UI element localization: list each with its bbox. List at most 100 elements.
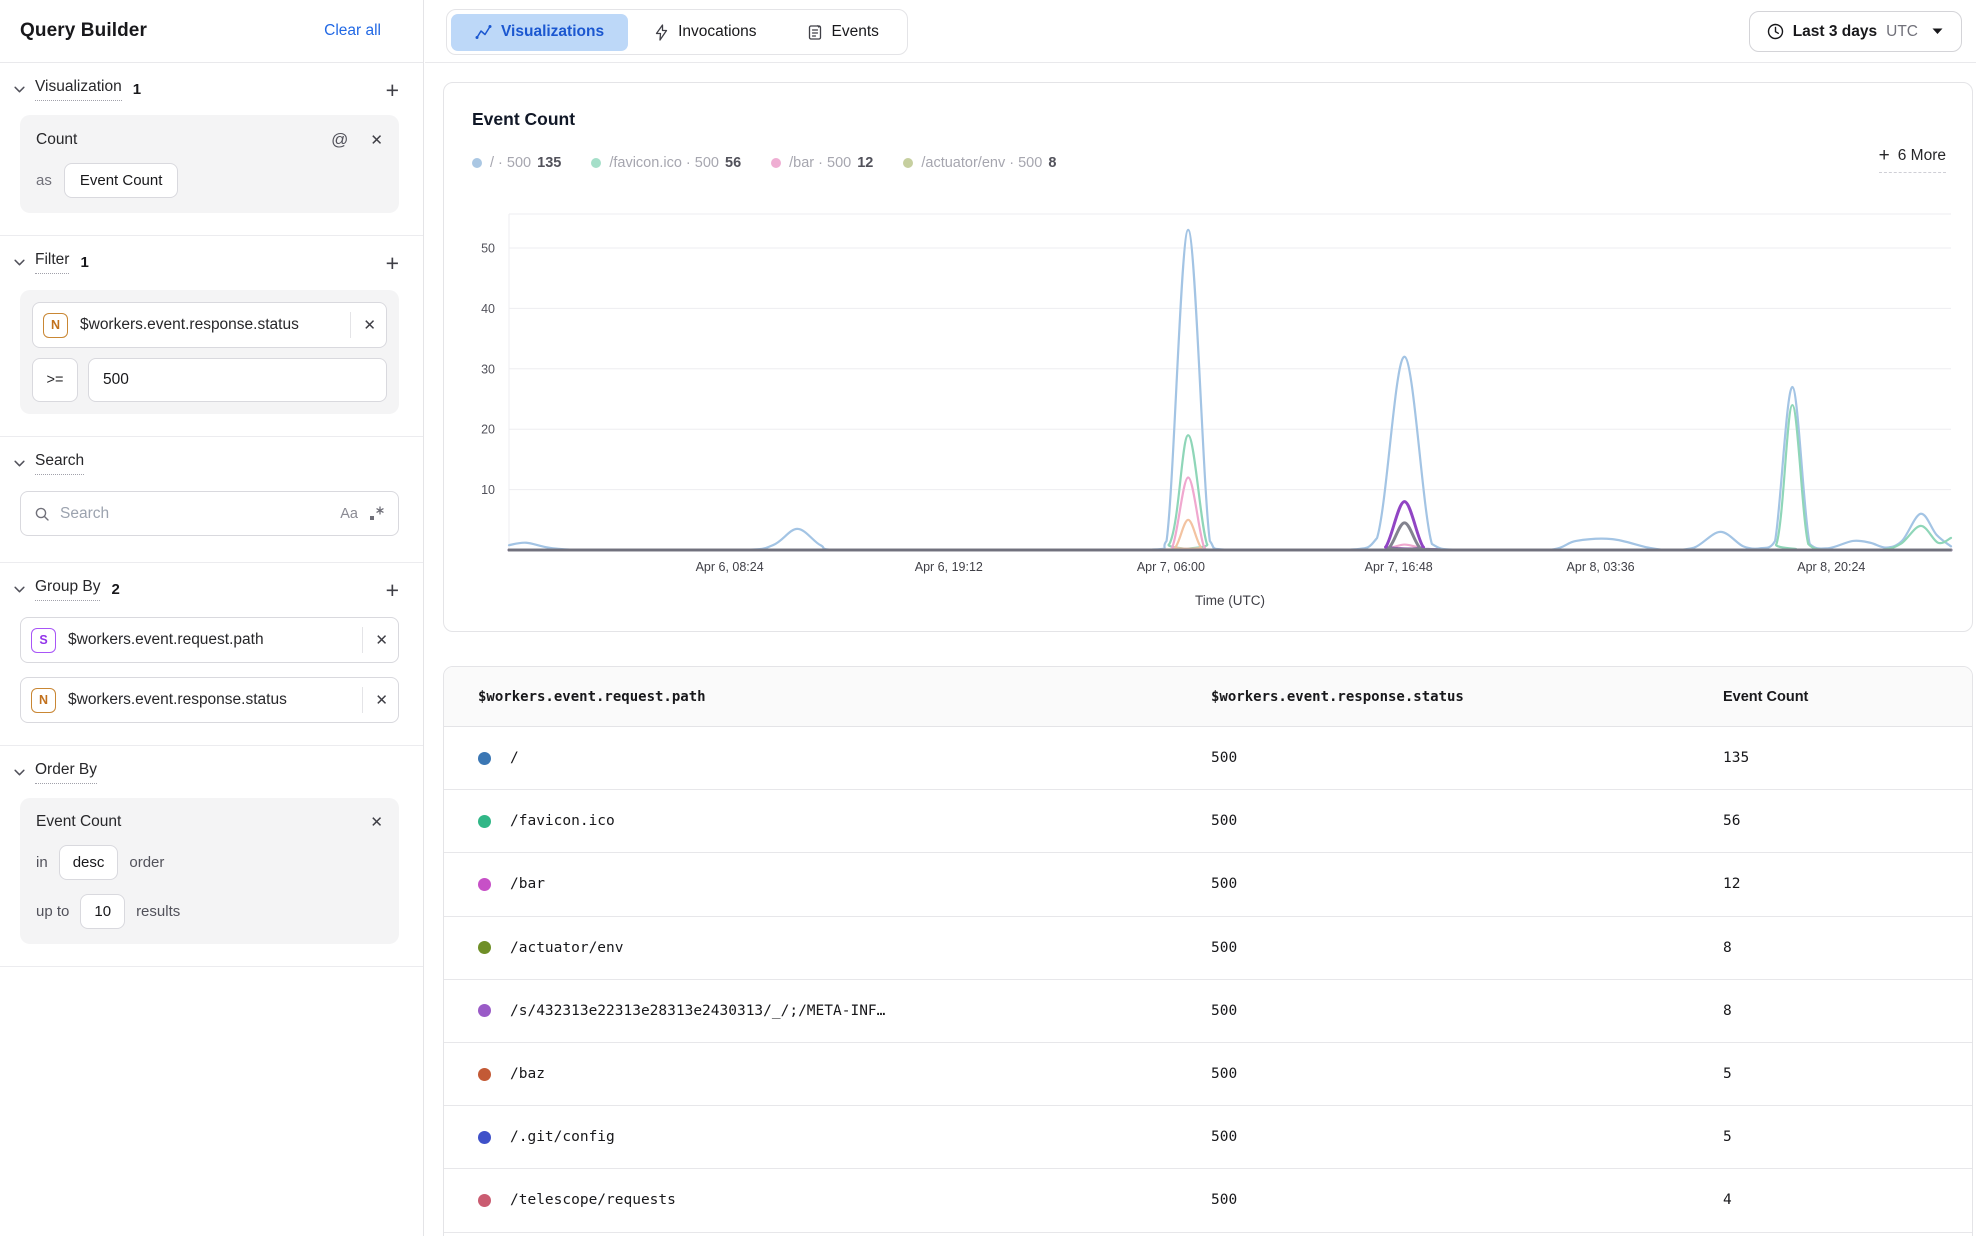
- divider: [0, 966, 423, 967]
- cell-path: /telescope/requests: [510, 1192, 706, 1208]
- app: Query Builder Clear all Visualization 1 …: [0, 0, 1976, 1236]
- legend-label: /favicon.ico · 500 56: [609, 155, 741, 171]
- tab-visualizations[interactable]: Visualizations: [451, 14, 628, 51]
- string-type-badge: S: [31, 628, 56, 653]
- filter-value-input[interactable]: [88, 358, 387, 402]
- svg-text:Apr 6, 19:12: Apr 6, 19:12: [915, 560, 983, 574]
- table-row[interactable]: /telescope/requests5004: [444, 1169, 1972, 1232]
- legend-item[interactable]: / · 500 135: [472, 155, 561, 171]
- group-by-field-chip[interactable]: S $workers.event.request.path ✕: [20, 617, 399, 663]
- legend-item[interactable]: /favicon.ico · 500 56: [591, 155, 741, 171]
- group-by-field-name: $workers.event.request.path: [68, 631, 356, 649]
- cell-status: 500: [1211, 876, 1723, 892]
- series-dot: [478, 941, 491, 954]
- filter-label[interactable]: Filter: [35, 251, 69, 274]
- table-row[interactable]: /baz5005: [444, 1043, 1972, 1106]
- tab-events[interactable]: Events: [783, 14, 903, 51]
- svg-text:Time (UTC): Time (UTC): [1195, 593, 1265, 608]
- match-case-icon[interactable]: Aa: [340, 506, 358, 522]
- order-by-field[interactable]: Event Count: [36, 813, 121, 831]
- chevron-down-icon[interactable]: [12, 583, 26, 597]
- page-title: Query Builder: [20, 20, 147, 42]
- svg-text:Apr 7, 16:48: Apr 7, 16:48: [1365, 560, 1433, 574]
- cell-count: 8: [1723, 940, 1972, 956]
- table-row[interactable]: /bar 50012: [444, 853, 1972, 916]
- regex-icon[interactable]: [368, 505, 385, 522]
- remove-group-by-icon[interactable]: ✕: [375, 633, 388, 648]
- cell-status: 500: [1211, 1003, 1723, 1019]
- legend-item[interactable]: /actuator/env · 500 8: [903, 155, 1056, 171]
- table-row[interactable]: /.git/config5005: [444, 1106, 1972, 1169]
- add-visualization-button[interactable]: +: [386, 83, 399, 97]
- table-row[interactable]: /s/432313e22313e28313e2430313/_/;/META-I…: [444, 980, 1972, 1043]
- column-header-path[interactable]: $workers.event.request.path: [478, 689, 1211, 705]
- more-series-button[interactable]: + 6 More: [1879, 145, 1946, 173]
- table-row[interactable]: /500135: [444, 727, 1972, 790]
- divider: [362, 687, 363, 713]
- column-header-count[interactable]: Event Count: [1723, 689, 1972, 705]
- svg-text:Apr 8, 20:24: Apr 8, 20:24: [1797, 560, 1865, 574]
- cell-status: 500: [1211, 1066, 1723, 1082]
- tab-label: Invocations: [678, 23, 756, 41]
- order-by-label[interactable]: Order By: [35, 761, 97, 784]
- chart-line-icon: [475, 24, 492, 41]
- series-dot: [478, 1131, 491, 1144]
- search-section: Search Aa: [0, 437, 423, 562]
- event-count-chart[interactable]: 1020304050Apr 6, 08:24Apr 6, 19:12Apr 7,…: [444, 183, 1972, 623]
- series-dot: [478, 815, 491, 828]
- as-label: as: [36, 172, 52, 189]
- chevron-down-icon[interactable]: [12, 766, 26, 780]
- chart-legend: / · 500 135/favicon.ico · 500 56/bar · 5…: [472, 155, 1056, 171]
- cell-status: 500: [1211, 1192, 1723, 1208]
- series-dot: [591, 158, 601, 168]
- time-zone-label: UTC: [1886, 23, 1918, 41]
- cell-count: 56: [1723, 813, 1972, 829]
- chart-title: Event Count: [472, 109, 575, 130]
- clear-all-link[interactable]: Clear all: [324, 22, 381, 40]
- remove-group-by-icon[interactable]: ✕: [375, 693, 388, 708]
- visualization-label[interactable]: Visualization: [35, 78, 122, 101]
- svg-text:20: 20: [481, 423, 495, 437]
- table-row[interactable]: /actuator/env5008: [444, 917, 1972, 980]
- order-direction-select[interactable]: desc: [59, 845, 119, 880]
- at-icon[interactable]: @: [331, 130, 348, 150]
- table-row[interactable]: /favicon.ico50056: [444, 790, 1972, 853]
- add-group-by-button[interactable]: +: [386, 583, 399, 597]
- chevron-down-icon[interactable]: [12, 457, 26, 471]
- group-by-label[interactable]: Group By: [35, 578, 100, 601]
- remove-visualization-icon[interactable]: ✕: [370, 133, 383, 148]
- visualization-card: Count @ ✕ as Event Count: [20, 115, 399, 213]
- search-label[interactable]: Search: [35, 452, 84, 475]
- time-range-button[interactable]: Last 3 days UTC: [1749, 11, 1962, 52]
- search-icon: [34, 506, 50, 522]
- cell-count: 12: [1723, 876, 1972, 892]
- order-by-section: Order By Event Count ✕ in desc order up …: [0, 746, 423, 966]
- cell-path: /actuator/env: [510, 940, 654, 956]
- metric-name[interactable]: Count: [36, 131, 77, 149]
- group-by-field-chip[interactable]: N$workers.event.response.status✕: [20, 677, 399, 723]
- filter-operator-select[interactable]: >=: [32, 358, 78, 402]
- cell-path: /s/432313e22313e28313e2430313/_/;/META-I…: [510, 1003, 915, 1019]
- chevron-down-icon[interactable]: [12, 256, 26, 270]
- chevron-down-icon[interactable]: [12, 83, 26, 97]
- main-header: Visualizations Invocations Events Last 3 d…: [425, 0, 1976, 63]
- results-table: $workers.event.request.path $workers.eve…: [443, 666, 1973, 1236]
- filter-field-chip[interactable]: N $workers.event.response.status ✕: [32, 302, 387, 348]
- tab-label: Visualizations: [501, 23, 604, 41]
- search-box: Aa: [20, 491, 399, 536]
- limit-input[interactable]: 10: [80, 894, 125, 929]
- cell-path: /bar: [510, 876, 575, 892]
- series-dot: [478, 752, 491, 765]
- results-label: results: [136, 903, 180, 920]
- column-header-status[interactable]: $workers.event.response.status: [1211, 689, 1723, 705]
- tab-invocations[interactable]: Invocations: [630, 14, 780, 51]
- legend-label: / · 500 135: [490, 155, 561, 171]
- remove-order-by-icon[interactable]: ✕: [370, 815, 383, 830]
- cell-status: 500: [1211, 1129, 1723, 1145]
- add-filter-button[interactable]: +: [386, 256, 399, 270]
- legend-item[interactable]: /bar · 500 12: [771, 155, 873, 171]
- series-dot: [472, 158, 482, 168]
- search-input[interactable]: [60, 505, 330, 523]
- visualization-alias-field[interactable]: Event Count: [64, 163, 179, 198]
- remove-filter-icon[interactable]: ✕: [363, 318, 376, 333]
